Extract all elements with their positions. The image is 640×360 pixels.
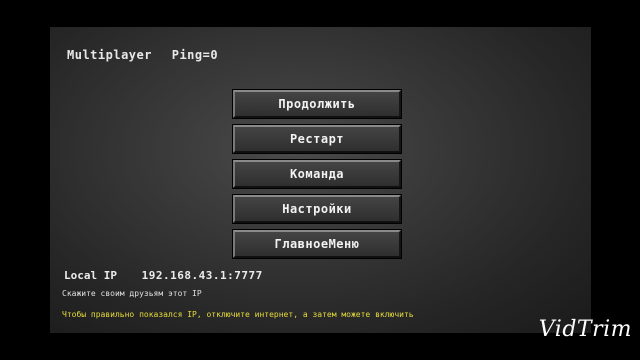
pause-menu: Продолжить Рестарт Команда Настройки Гла… (232, 89, 402, 265)
main-menu-button[interactable]: ГлавноеМеню (232, 229, 402, 259)
share-ip-hint: Скажите своим друзьям этот IP (62, 289, 202, 298)
local-ip-line: Local IP 192.168.43.1:7777 (64, 269, 263, 282)
pause-menu-screen: Multiplayer Ping=0 Продолжить Рестарт Ко… (50, 27, 591, 333)
local-ip-label: Local IP (64, 269, 117, 282)
video-frame: Multiplayer Ping=0 Продолжить Рестарт Ко… (0, 0, 640, 360)
game-mode-label: Multiplayer (67, 48, 152, 62)
status-line: Multiplayer Ping=0 (67, 48, 218, 62)
restart-button[interactable]: Рестарт (232, 124, 402, 154)
settings-button[interactable]: Настройки (232, 194, 402, 224)
ip-warning-text: Чтобы правильно показался IP, отключите … (62, 310, 414, 319)
vidtrim-watermark: VidTrim (538, 317, 632, 342)
team-button[interactable]: Команда (232, 159, 402, 189)
local-ip-value: 192.168.43.1:7777 (141, 269, 263, 282)
ping-label: Ping=0 (171, 48, 219, 62)
continue-button[interactable]: Продолжить (232, 89, 402, 119)
